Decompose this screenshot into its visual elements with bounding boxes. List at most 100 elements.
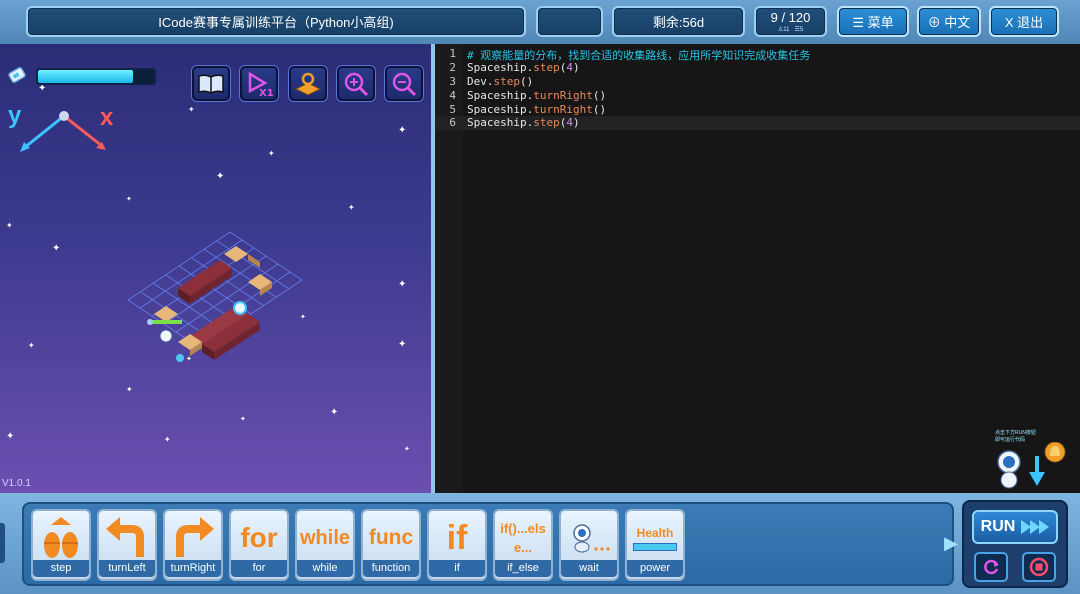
- energy-bar: [36, 68, 156, 85]
- robot-icon: [997, 442, 1066, 489]
- block-wait[interactable]: wait: [559, 509, 619, 581]
- block-label: step: [33, 560, 89, 577]
- for-art: for: [240, 522, 278, 553]
- star: ✦: [188, 105, 195, 114]
- helper-tip-line-1: 点击下方RUN按钮: [995, 430, 1036, 436]
- axis-arrows-icon: [20, 111, 106, 152]
- remaining-days: 剩余:56d: [612, 6, 745, 37]
- blank-panel: [536, 6, 603, 37]
- scroll-right-icon[interactable]: ▶: [944, 533, 958, 555]
- reset-button[interactable]: [974, 552, 1008, 582]
- code-line-6[interactable]: 6 Spaceship.step(4): [435, 116, 1080, 130]
- code-editor[interactable]: 1 # 观察能量的分布，找到合适的收集路线，应用所学知识完成收集任务 2 Spa…: [435, 44, 1080, 493]
- code-arg: 4: [566, 116, 573, 129]
- blocks-palette: step turnLeft turnRight for for while wh…: [22, 502, 954, 586]
- code-text: Spaceship.step(4): [467, 61, 580, 74]
- star: ✦: [52, 243, 61, 254]
- star: ✦: [348, 203, 355, 212]
- health-bar: [152, 320, 182, 324]
- block-label: while: [297, 560, 353, 577]
- app-root: ICode赛事专属训练平台（Python小高组) 剩余:56d 9 / 120 …: [0, 0, 1080, 594]
- svg-text:X1: X1: [259, 88, 273, 97]
- star: ✦: [398, 339, 407, 350]
- run-button-label: RUN: [980, 518, 1016, 535]
- block-if_else[interactable]: if()...else... if_else: [493, 509, 553, 581]
- book-icon[interactable]: [192, 66, 230, 101]
- line-number: 4: [449, 89, 456, 102]
- block-label: for: [231, 560, 287, 577]
- code-paren: (): [592, 103, 607, 116]
- version-label: V1.0.1: [2, 478, 31, 489]
- code-paren: (): [520, 75, 534, 88]
- energy-bar-fill: [38, 70, 134, 83]
- power-art-text: Health: [636, 525, 674, 540]
- code-paren: (): [592, 89, 607, 102]
- helper-robot[interactable]: 点击下方RUN按钮 即可运行代码: [995, 430, 1075, 490]
- code-line-1[interactable]: 1 # 观察能量的分布，找到合适的收集路线，应用所学知识完成收集任务: [435, 47, 1080, 62]
- code-paren: ): [572, 116, 580, 129]
- refresh-icon: [984, 559, 999, 575]
- platform-title: ICode赛事专属训练平台（Python小高组): [26, 6, 526, 37]
- code-object: Spaceship.: [467, 103, 534, 116]
- zoom-in-icon[interactable]: [337, 66, 375, 101]
- star: ✦: [6, 431, 15, 442]
- progress-sub-1: ♙11: [777, 26, 790, 33]
- star: ✦: [6, 221, 13, 230]
- code-text: Spaceship.turnRight(): [467, 103, 606, 116]
- code-function: step: [533, 61, 560, 74]
- code-text: Spaceship.step(4): [467, 116, 580, 129]
- map-icon[interactable]: [289, 66, 327, 101]
- stop-icon: [1029, 557, 1049, 577]
- menu-button[interactable]: ☰ 菜单: [837, 6, 909, 37]
- turn-left-icon: [99, 513, 155, 563]
- code-function: step: [493, 75, 521, 88]
- block-turnRight[interactable]: turnRight: [163, 509, 223, 581]
- block-label: function: [363, 560, 419, 577]
- block-for[interactable]: for for: [229, 509, 289, 581]
- code-line-2[interactable]: 2 Spaceship.step(4): [435, 61, 1080, 75]
- code-line-5[interactable]: 5 Spaceship.turnRight(): [435, 103, 1080, 117]
- star: ✦: [268, 149, 275, 158]
- remaining-days-text: 剩余:56d: [652, 15, 705, 30]
- code-arg: 4: [566, 61, 573, 74]
- star: ✦: [330, 407, 339, 418]
- menu-button-label: ☰ 菜单: [852, 15, 894, 30]
- wait-robot-icon: [561, 513, 617, 563]
- exit-button[interactable]: X 退出: [989, 6, 1059, 37]
- line-number: 2: [449, 61, 456, 74]
- block-step[interactable]: step: [31, 509, 91, 581]
- left-tab[interactable]: [0, 523, 5, 563]
- exit-button-label: X 退出: [1004, 15, 1044, 30]
- block-if[interactable]: if if: [427, 509, 487, 581]
- zoom-out-icon[interactable]: [385, 66, 423, 101]
- run-button[interactable]: RUN: [972, 510, 1058, 544]
- speed-x1-icon[interactable]: X1: [240, 66, 278, 101]
- block-function[interactable]: func function: [361, 509, 421, 581]
- code-object: Spaceship.: [467, 116, 534, 129]
- code-function: step: [533, 116, 560, 129]
- language-button[interactable]: ⊕ 中文: [917, 6, 981, 37]
- star: ✦: [28, 341, 35, 350]
- platform-title-text: ICode赛事专属训练平台（Python小高组): [158, 15, 394, 30]
- code-paren: ): [572, 61, 580, 74]
- stop-button[interactable]: [1022, 552, 1056, 582]
- block-turnLeft[interactable]: turnLeft: [97, 509, 157, 581]
- star: ✦: [398, 125, 407, 136]
- code-object: Spaceship.: [467, 89, 534, 102]
- func-art: func: [368, 526, 414, 549]
- code-line-4[interactable]: 4 Spaceship.turnRight(): [435, 89, 1080, 103]
- code-line-3[interactable]: 3 Dev.step(): [435, 75, 1080, 89]
- block-power[interactable]: Health power: [625, 509, 685, 581]
- fast-forward-icon: [1021, 520, 1050, 534]
- code-text: Spaceship.turnRight(): [467, 89, 606, 102]
- line-number: 6: [449, 116, 456, 129]
- block-label: power: [627, 560, 683, 577]
- progress-sub-2: ☰5: [794, 26, 804, 33]
- level-map: [127, 231, 303, 362]
- while-art: while: [299, 526, 350, 549]
- star: ✦: [404, 446, 410, 453]
- if-art: if: [446, 518, 468, 557]
- run-panel: RUN: [962, 500, 1068, 588]
- game-view[interactable]: ✦ ✦ ✦ ✦ ✦ ✦ ✦ ✦ ✦ ✦ ✦ ✦ ✦ ✦ ✦ ✦ ✦ ✦ ✦ ✦ …: [0, 44, 431, 493]
- block-while[interactable]: while while: [295, 509, 355, 581]
